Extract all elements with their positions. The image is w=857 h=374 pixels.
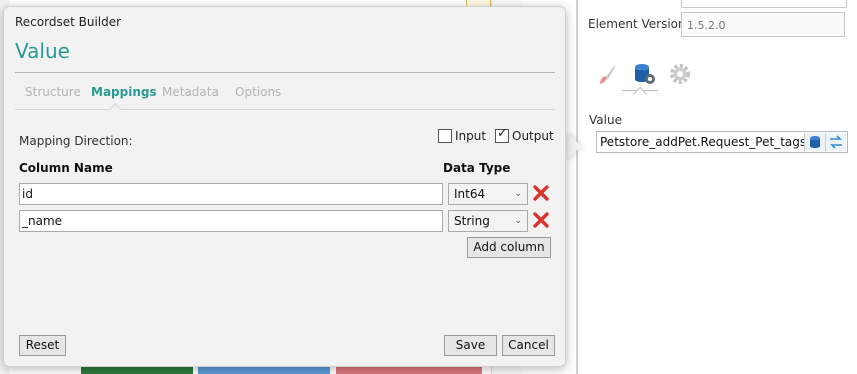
checkmark-icon: ✓ <box>497 126 508 141</box>
tab-underline <box>15 109 555 110</box>
active-tab-indicator <box>109 103 122 116</box>
gear-icon[interactable] <box>668 62 692 86</box>
column-name-input[interactable]: id <box>19 183 443 205</box>
input-checkbox[interactable] <box>438 129 452 143</box>
element-version-field: 1.5.2.0 <box>681 12 845 37</box>
data-type-select[interactable]: String ⌄ <box>448 210 528 232</box>
tab-options[interactable]: Options <box>235 85 281 99</box>
swap-button[interactable] <box>825 133 846 151</box>
value-field[interactable]: Petstore_addPet.Request_Pet_tags_Tag <box>596 131 848 153</box>
dialog-title-separator <box>15 72 555 73</box>
column-name-input[interactable]: _name <box>19 210 443 232</box>
background-block-green <box>81 366 193 374</box>
recordset-builder-dialog: Recordset Builder Value Structure Mappin… <box>3 6 566 367</box>
brush-icon[interactable] <box>594 62 618 86</box>
property-field-above[interactable] <box>681 0 847 8</box>
delete-row-icon[interactable] <box>531 183 551 203</box>
save-button[interactable]: Save <box>444 335 497 356</box>
data-type-value: Int64 <box>454 187 486 201</box>
swap-arrows-icon <box>830 135 842 149</box>
output-checkbox[interactable]: ✓ <box>495 126 509 143</box>
mapping-direction-label: Mapping Direction: <box>19 134 133 148</box>
tab-mappings[interactable]: Mappings <box>91 85 157 99</box>
delete-row-icon[interactable] <box>531 210 551 230</box>
dialog-subtitle: Value <box>15 39 70 63</box>
background-block-red <box>336 366 482 374</box>
mapping-row: id Int64 ⌄ <box>19 183 559 205</box>
data-type-header: Data Type <box>443 161 511 175</box>
mapping-row: _name String ⌄ <box>19 210 559 232</box>
chevron-down-icon: ⌄ <box>514 189 522 199</box>
background-block-blue <box>198 366 330 374</box>
database-gear-icon[interactable] <box>633 62 657 86</box>
cancel-button[interactable]: Cancel <box>502 335 555 356</box>
tab-metadata[interactable]: Metadata <box>162 85 219 99</box>
data-type-select[interactable]: Int64 ⌄ <box>448 183 528 205</box>
value-text: Petstore_addPet.Request_Pet_tags_Tag <box>600 135 804 149</box>
database-icon <box>810 136 820 148</box>
output-checkbox-label[interactable]: Output <box>512 129 554 143</box>
input-checkbox-label[interactable]: Input <box>455 129 486 143</box>
dialog-title: Recordset Builder <box>15 15 122 29</box>
recordset-builder-button[interactable] <box>804 133 825 151</box>
value-label: Value <box>589 113 622 127</box>
chevron-down-icon: ⌄ <box>514 216 522 226</box>
column-name-header: Column Name <box>19 161 113 175</box>
data-type-value: String <box>454 214 490 228</box>
tab-structure[interactable]: Structure <box>25 85 81 99</box>
reset-button[interactable]: Reset <box>19 335 66 356</box>
element-version-label: Element Version <box>588 17 686 31</box>
add-column-button[interactable]: Add column <box>467 237 551 258</box>
pane-splitter[interactable] <box>576 0 578 374</box>
